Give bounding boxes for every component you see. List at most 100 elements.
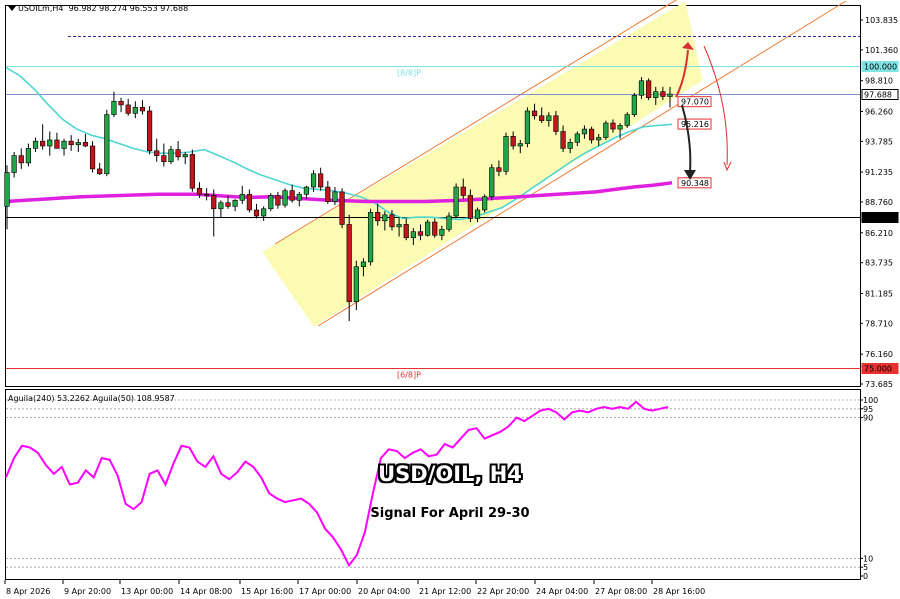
candle-body <box>282 190 288 206</box>
candle-body <box>168 149 174 162</box>
symbol-label: USOILm,H4 <box>18 4 64 13</box>
x-tick-label: 24 Apr 04:00 <box>536 587 588 596</box>
candle-body <box>524 110 531 144</box>
candle-body <box>660 91 666 97</box>
candle-body <box>439 228 445 236</box>
candle-body <box>417 231 424 236</box>
candle-body <box>139 107 146 112</box>
y-tick-label: 96.260 <box>865 107 893 116</box>
candle-body <box>667 93 673 97</box>
collapse-arrow-icon[interactable] <box>8 6 16 11</box>
candle-body <box>425 221 431 236</box>
indicator-tick-label: 95 <box>863 405 873 414</box>
y-tick-label: 88.760 <box>865 198 893 207</box>
y-tick-label: 101.360 <box>865 46 898 55</box>
candle-body <box>154 150 160 156</box>
candle-body <box>482 196 488 211</box>
candle-body <box>346 224 352 303</box>
candle-body <box>574 133 580 143</box>
candle-body <box>82 142 89 147</box>
indicator-tick-label: 90 <box>863 414 873 423</box>
trend-channel-fill <box>262 1 703 327</box>
candle-body <box>389 214 395 228</box>
overlay-subtitle: Signal For April 29-30 <box>370 506 530 521</box>
y-tick-label: 103.835 <box>865 16 898 25</box>
candle-body <box>289 190 295 201</box>
candle-body <box>318 173 324 188</box>
candle-body <box>489 167 495 197</box>
indicator-tick-label: 0 <box>863 572 868 581</box>
candle-body <box>410 231 416 239</box>
candle-body <box>118 101 124 106</box>
candle-body <box>175 149 181 158</box>
candle-body <box>560 131 566 149</box>
candle-body <box>47 139 53 147</box>
candle-body <box>460 186 466 196</box>
candle-body <box>581 128 588 135</box>
candle-body <box>646 80 652 98</box>
candle-body <box>467 195 473 219</box>
candle-body <box>631 94 637 115</box>
candle-body <box>132 107 138 114</box>
candle-body <box>296 193 302 201</box>
candle-body <box>382 214 388 222</box>
x-tick-label: 9 Apr 20:00 <box>64 587 111 596</box>
level-label: [6/8]P <box>397 371 421 380</box>
indicator-legend: Aguila(240) 53.2262 Aguila(50) 108.9587 <box>8 394 175 403</box>
candle-body <box>161 155 167 162</box>
candle-body <box>553 115 559 132</box>
y-tick-label: 83.735 <box>865 259 893 268</box>
candle-body <box>261 208 267 217</box>
candle-body <box>18 155 24 164</box>
candle-body <box>503 136 509 172</box>
candle-body <box>638 80 645 96</box>
y-tick-label: 93.785 <box>865 137 893 146</box>
bear-arrow-path <box>681 104 692 173</box>
x-tick-label: 15 Apr 16:00 <box>241 587 293 596</box>
candle-body <box>603 122 609 138</box>
y-tick-label: 98.810 <box>865 77 893 86</box>
candle-body <box>11 155 17 173</box>
candle-body <box>75 142 81 146</box>
candle-body <box>588 128 595 141</box>
candle-body <box>68 140 74 146</box>
candle-body <box>546 115 552 121</box>
candle-body <box>432 221 438 236</box>
indicator-tick-label: 5 <box>863 563 868 572</box>
candle-body <box>375 212 381 222</box>
candle-body <box>61 140 67 149</box>
candle-body <box>474 209 481 219</box>
candle-body <box>453 186 459 217</box>
candle-body <box>332 191 338 202</box>
x-tick-label: 17 Apr 00:00 <box>299 587 351 596</box>
level-label: [8/8]P <box>397 69 421 78</box>
candle-body <box>40 140 46 147</box>
candle-body <box>517 143 523 147</box>
candle-body <box>403 224 409 239</box>
ohlc-readout: 96.982 98.274 96.553 97.688 <box>68 4 189 13</box>
candle-body <box>239 193 245 201</box>
candle-body <box>189 154 195 189</box>
candle-body <box>97 168 103 175</box>
price-tag: 100.000 <box>864 63 897 72</box>
candle-body <box>367 212 374 263</box>
y-tick-label: 86.210 <box>865 229 893 238</box>
candle-body <box>111 101 117 115</box>
indicator-tick-label: 100 <box>863 396 878 405</box>
price-tag: 87.500 <box>864 214 892 223</box>
candle-body <box>567 142 573 149</box>
candle-body <box>125 104 131 114</box>
candle-body <box>146 110 153 152</box>
candle-body <box>617 125 623 130</box>
candle-body <box>596 137 602 141</box>
candle-body <box>396 224 402 228</box>
y-tick-label: 76.160 <box>865 350 893 359</box>
candle-body <box>182 154 188 158</box>
y-tick-label: 73.685 <box>865 380 893 389</box>
y-tick-label: 91.235 <box>865 168 893 177</box>
annotation-label: 90.348 <box>681 179 709 188</box>
x-tick-label: 21 Apr 12:00 <box>419 587 471 596</box>
candle-body <box>353 266 359 303</box>
candle-body <box>303 186 310 195</box>
candle-body <box>446 215 452 230</box>
